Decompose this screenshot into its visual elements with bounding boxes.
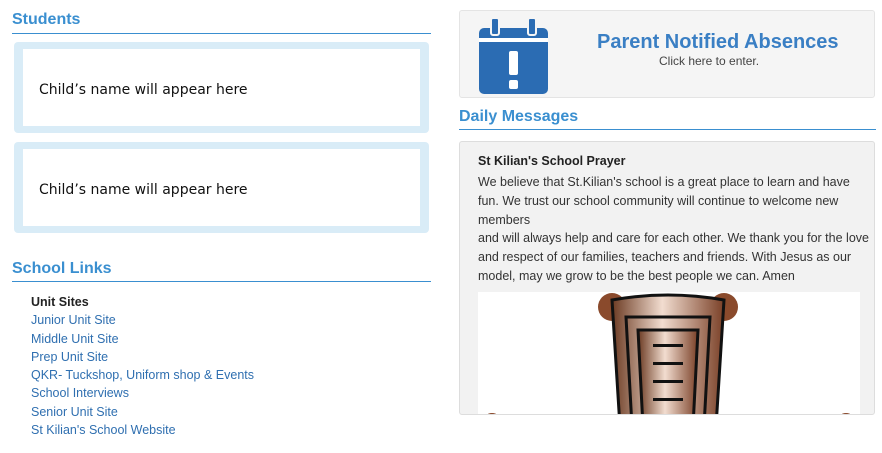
school-links-list: Unit Sites Junior Unit Site Middle Unit … [31, 293, 254, 439]
students-rule [12, 33, 431, 34]
child-name: Child’s name will appear here [39, 82, 248, 98]
child-name: Child’s name will appear here [39, 182, 248, 198]
daily-messages-rule [459, 129, 876, 130]
chair-illustration [487, 293, 851, 414]
parent-absences-button[interactable]: Parent Notified Absences Click here to e… [459, 10, 875, 98]
link-qkr[interactable]: QKR- Tuckshop, Uniform shop & Events [31, 366, 254, 384]
link-middle-unit-site[interactable]: Middle Unit Site [31, 330, 254, 348]
message-body: We believe that St.Kilian's school is a … [478, 173, 870, 286]
school-links-rule [12, 281, 431, 282]
link-senior-unit-site[interactable]: Senior Unit Site [31, 403, 254, 421]
absences-subtitle: Click here to enter. [659, 54, 760, 68]
link-school-website[interactable]: St Kilian's School Website [31, 421, 254, 439]
link-junior-unit-site[interactable]: Junior Unit Site [31, 311, 254, 329]
daily-messages-panel[interactable]: St Kilian's School Prayer We believe tha… [459, 141, 875, 415]
students-title: Students [12, 11, 81, 28]
calendar-alert-icon [479, 17, 548, 94]
link-prep-unit-site[interactable]: Prep Unit Site [31, 348, 254, 366]
child-card-inner: Child’s name will appear here [23, 149, 420, 226]
message-title: St Kilian's School Prayer [478, 154, 626, 168]
message-image [478, 292, 860, 414]
child-card[interactable]: Child’s name will appear here [14, 42, 429, 133]
absences-title: Parent Notified Absences [597, 31, 839, 53]
link-school-interviews[interactable]: School Interviews [31, 384, 254, 402]
daily-messages-title: Daily Messages [459, 108, 579, 125]
school-links-title: School Links [12, 260, 112, 277]
child-card[interactable]: Child’s name will appear here [14, 142, 429, 233]
message-text: We believe that St.Kilian's school is a … [478, 175, 869, 283]
unit-sites-heading: Unit Sites [31, 295, 89, 309]
child-card-inner: Child’s name will appear here [23, 49, 420, 126]
